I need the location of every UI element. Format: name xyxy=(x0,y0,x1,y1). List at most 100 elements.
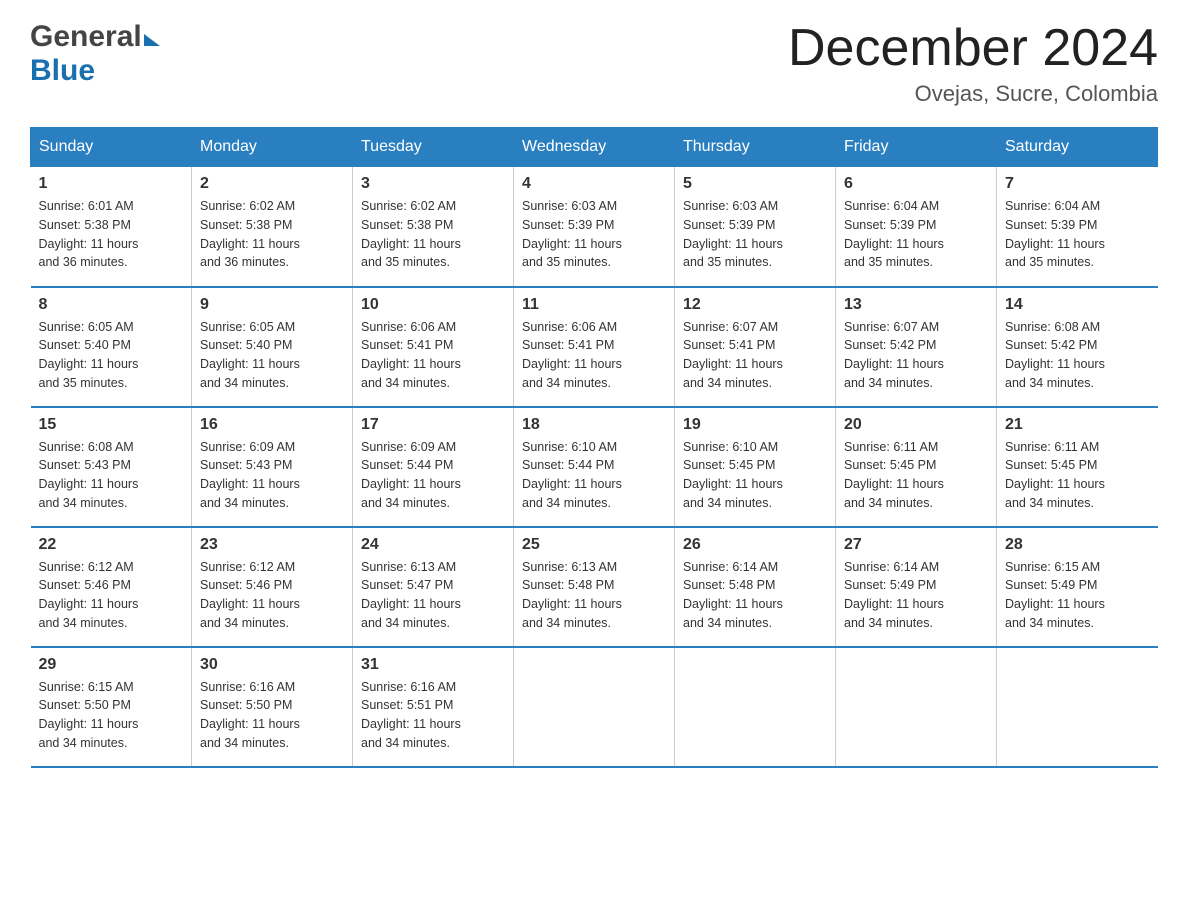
logo: General Blue xyxy=(30,20,160,88)
day-info: Sunrise: 6:07 AMSunset: 5:41 PMDaylight:… xyxy=(683,318,827,393)
day-number: 22 xyxy=(39,536,184,554)
day-info: Sunrise: 6:11 AMSunset: 5:45 PMDaylight:… xyxy=(1005,438,1150,513)
calendar-cell: 8 Sunrise: 6:05 AMSunset: 5:40 PMDaylight… xyxy=(31,287,192,407)
calendar-cell: 16 Sunrise: 6:09 AMSunset: 5:43 PMDayligh… xyxy=(192,407,353,527)
day-number: 3 xyxy=(361,175,505,193)
calendar-cell: 31 Sunrise: 6:16 AMSunset: 5:51 PMDayligh… xyxy=(353,647,514,767)
calendar-cell: 6 Sunrise: 6:04 AMSunset: 5:39 PMDaylight… xyxy=(836,167,997,287)
calendar-table: SundayMondayTuesdayWednesdayThursdayFrid… xyxy=(30,127,1158,768)
day-number: 23 xyxy=(200,536,344,554)
calendar-week-row: 29 Sunrise: 6:15 AMSunset: 5:50 PMDayligh… xyxy=(31,647,1158,767)
day-info: Sunrise: 6:05 AMSunset: 5:40 PMDaylight:… xyxy=(200,318,344,393)
calendar-header-row: SundayMondayTuesdayWednesdayThursdayFrid… xyxy=(31,128,1158,167)
day-number: 8 xyxy=(39,296,184,314)
day-info: Sunrise: 6:12 AMSunset: 5:46 PMDaylight:… xyxy=(39,558,184,633)
day-number: 10 xyxy=(361,296,505,314)
day-number: 28 xyxy=(1005,536,1150,554)
day-info: Sunrise: 6:02 AMSunset: 5:38 PMDaylight:… xyxy=(361,197,505,272)
location-subtitle: Ovejas, Sucre, Colombia xyxy=(788,81,1158,107)
day-number: 9 xyxy=(200,296,344,314)
day-info: Sunrise: 6:15 AMSunset: 5:49 PMDaylight:… xyxy=(1005,558,1150,633)
calendar-cell xyxy=(836,647,997,767)
day-info: Sunrise: 6:14 AMSunset: 5:48 PMDaylight:… xyxy=(683,558,827,633)
calendar-cell xyxy=(675,647,836,767)
day-number: 30 xyxy=(200,656,344,674)
calendar-cell: 23 Sunrise: 6:12 AMSunset: 5:46 PMDayligh… xyxy=(192,527,353,647)
calendar-cell: 17Sunrise: 6:09 AMSunset: 5:44 PMDayligh… xyxy=(353,407,514,527)
day-number: 6 xyxy=(844,175,988,193)
page-header: General Blue December 2024 Ovejas, Sucre… xyxy=(30,20,1158,107)
calendar-week-row: 15Sunrise: 6:08 AMSunset: 5:43 PMDayligh… xyxy=(31,407,1158,527)
calendar-cell: 25 Sunrise: 6:13 AMSunset: 5:48 PMDayligh… xyxy=(514,527,675,647)
calendar-cell: 19 Sunrise: 6:10 AMSunset: 5:45 PMDayligh… xyxy=(675,407,836,527)
calendar-cell: 10 Sunrise: 6:06 AMSunset: 5:41 PMDayligh… xyxy=(353,287,514,407)
day-number: 13 xyxy=(844,296,988,314)
calendar-cell: 9 Sunrise: 6:05 AMSunset: 5:40 PMDaylight… xyxy=(192,287,353,407)
day-info: Sunrise: 6:05 AMSunset: 5:40 PMDaylight:… xyxy=(39,318,184,393)
day-info: Sunrise: 6:03 AMSunset: 5:39 PMDaylight:… xyxy=(522,197,666,272)
column-header-tuesday: Tuesday xyxy=(353,128,514,167)
day-info: Sunrise: 6:01 AMSunset: 5:38 PMDaylight:… xyxy=(39,197,184,272)
day-number: 19 xyxy=(683,416,827,434)
calendar-cell: 20 Sunrise: 6:11 AMSunset: 5:45 PMDayligh… xyxy=(836,407,997,527)
calendar-week-row: 22 Sunrise: 6:12 AMSunset: 5:46 PMDayligh… xyxy=(31,527,1158,647)
day-info: Sunrise: 6:13 AMSunset: 5:48 PMDaylight:… xyxy=(522,558,666,633)
column-header-thursday: Thursday xyxy=(675,128,836,167)
day-number: 14 xyxy=(1005,296,1150,314)
day-info: Sunrise: 6:16 AMSunset: 5:50 PMDaylight:… xyxy=(200,678,344,753)
day-number: 1 xyxy=(39,175,184,193)
day-info: Sunrise: 6:08 AMSunset: 5:42 PMDaylight:… xyxy=(1005,318,1150,393)
calendar-cell: 22 Sunrise: 6:12 AMSunset: 5:46 PMDayligh… xyxy=(31,527,192,647)
day-info: Sunrise: 6:13 AMSunset: 5:47 PMDaylight:… xyxy=(361,558,505,633)
calendar-cell: 5Sunrise: 6:03 AMSunset: 5:39 PMDaylight… xyxy=(675,167,836,287)
calendar-cell: 27Sunrise: 6:14 AMSunset: 5:49 PMDayligh… xyxy=(836,527,997,647)
day-number: 4 xyxy=(522,175,666,193)
day-number: 31 xyxy=(361,656,505,674)
day-info: Sunrise: 6:15 AMSunset: 5:50 PMDaylight:… xyxy=(39,678,184,753)
day-number: 18 xyxy=(522,416,666,434)
day-info: Sunrise: 6:06 AMSunset: 5:41 PMDaylight:… xyxy=(361,318,505,393)
calendar-cell: 14 Sunrise: 6:08 AMSunset: 5:42 PMDayligh… xyxy=(997,287,1158,407)
day-number: 11 xyxy=(522,296,666,314)
day-number: 27 xyxy=(844,536,988,554)
day-info: Sunrise: 6:10 AMSunset: 5:44 PMDaylight:… xyxy=(522,438,666,513)
calendar-cell: 11 Sunrise: 6:06 AMSunset: 5:41 PMDayligh… xyxy=(514,287,675,407)
column-header-sunday: Sunday xyxy=(31,128,192,167)
day-number: 7 xyxy=(1005,175,1150,193)
day-info: Sunrise: 6:16 AMSunset: 5:51 PMDaylight:… xyxy=(361,678,505,753)
day-info: Sunrise: 6:08 AMSunset: 5:43 PMDaylight:… xyxy=(39,438,184,513)
day-number: 25 xyxy=(522,536,666,554)
day-info: Sunrise: 6:07 AMSunset: 5:42 PMDaylight:… xyxy=(844,318,988,393)
calendar-cell: 30 Sunrise: 6:16 AMSunset: 5:50 PMDayligh… xyxy=(192,647,353,767)
calendar-cell: 13 Sunrise: 6:07 AMSunset: 5:42 PMDayligh… xyxy=(836,287,997,407)
calendar-cell: 3 Sunrise: 6:02 AMSunset: 5:38 PMDaylight… xyxy=(353,167,514,287)
day-info: Sunrise: 6:09 AMSunset: 5:43 PMDaylight:… xyxy=(200,438,344,513)
calendar-cell: 18 Sunrise: 6:10 AMSunset: 5:44 PMDayligh… xyxy=(514,407,675,527)
day-info: Sunrise: 6:04 AMSunset: 5:39 PMDaylight:… xyxy=(1005,197,1150,272)
day-info: Sunrise: 6:10 AMSunset: 5:45 PMDaylight:… xyxy=(683,438,827,513)
day-number: 29 xyxy=(39,656,184,674)
calendar-cell xyxy=(997,647,1158,767)
column-header-saturday: Saturday xyxy=(997,128,1158,167)
day-number: 20 xyxy=(844,416,988,434)
title-area: December 2024 Ovejas, Sucre, Colombia xyxy=(788,20,1158,107)
calendar-cell: 7 Sunrise: 6:04 AMSunset: 5:39 PMDaylight… xyxy=(997,167,1158,287)
column-header-monday: Monday xyxy=(192,128,353,167)
logo-blue-text: Blue xyxy=(30,54,95,88)
day-info: Sunrise: 6:04 AMSunset: 5:39 PMDaylight:… xyxy=(844,197,988,272)
day-number: 17 xyxy=(361,416,505,434)
month-year-title: December 2024 xyxy=(788,20,1158,77)
calendar-cell: 15Sunrise: 6:08 AMSunset: 5:43 PMDayligh… xyxy=(31,407,192,527)
calendar-cell: 1 Sunrise: 6:01 AMSunset: 5:38 PMDaylight… xyxy=(31,167,192,287)
day-number: 2 xyxy=(200,175,344,193)
day-info: Sunrise: 6:11 AMSunset: 5:45 PMDaylight:… xyxy=(844,438,988,513)
day-info: Sunrise: 6:06 AMSunset: 5:41 PMDaylight:… xyxy=(522,318,666,393)
calendar-cell xyxy=(514,647,675,767)
calendar-cell: 26Sunrise: 6:14 AMSunset: 5:48 PMDayligh… xyxy=(675,527,836,647)
day-number: 24 xyxy=(361,536,505,554)
calendar-cell: 29 Sunrise: 6:15 AMSunset: 5:50 PMDayligh… xyxy=(31,647,192,767)
day-info: Sunrise: 6:12 AMSunset: 5:46 PMDaylight:… xyxy=(200,558,344,633)
calendar-week-row: 1 Sunrise: 6:01 AMSunset: 5:38 PMDaylight… xyxy=(31,167,1158,287)
day-number: 16 xyxy=(200,416,344,434)
calendar-week-row: 8 Sunrise: 6:05 AMSunset: 5:40 PMDaylight… xyxy=(31,287,1158,407)
